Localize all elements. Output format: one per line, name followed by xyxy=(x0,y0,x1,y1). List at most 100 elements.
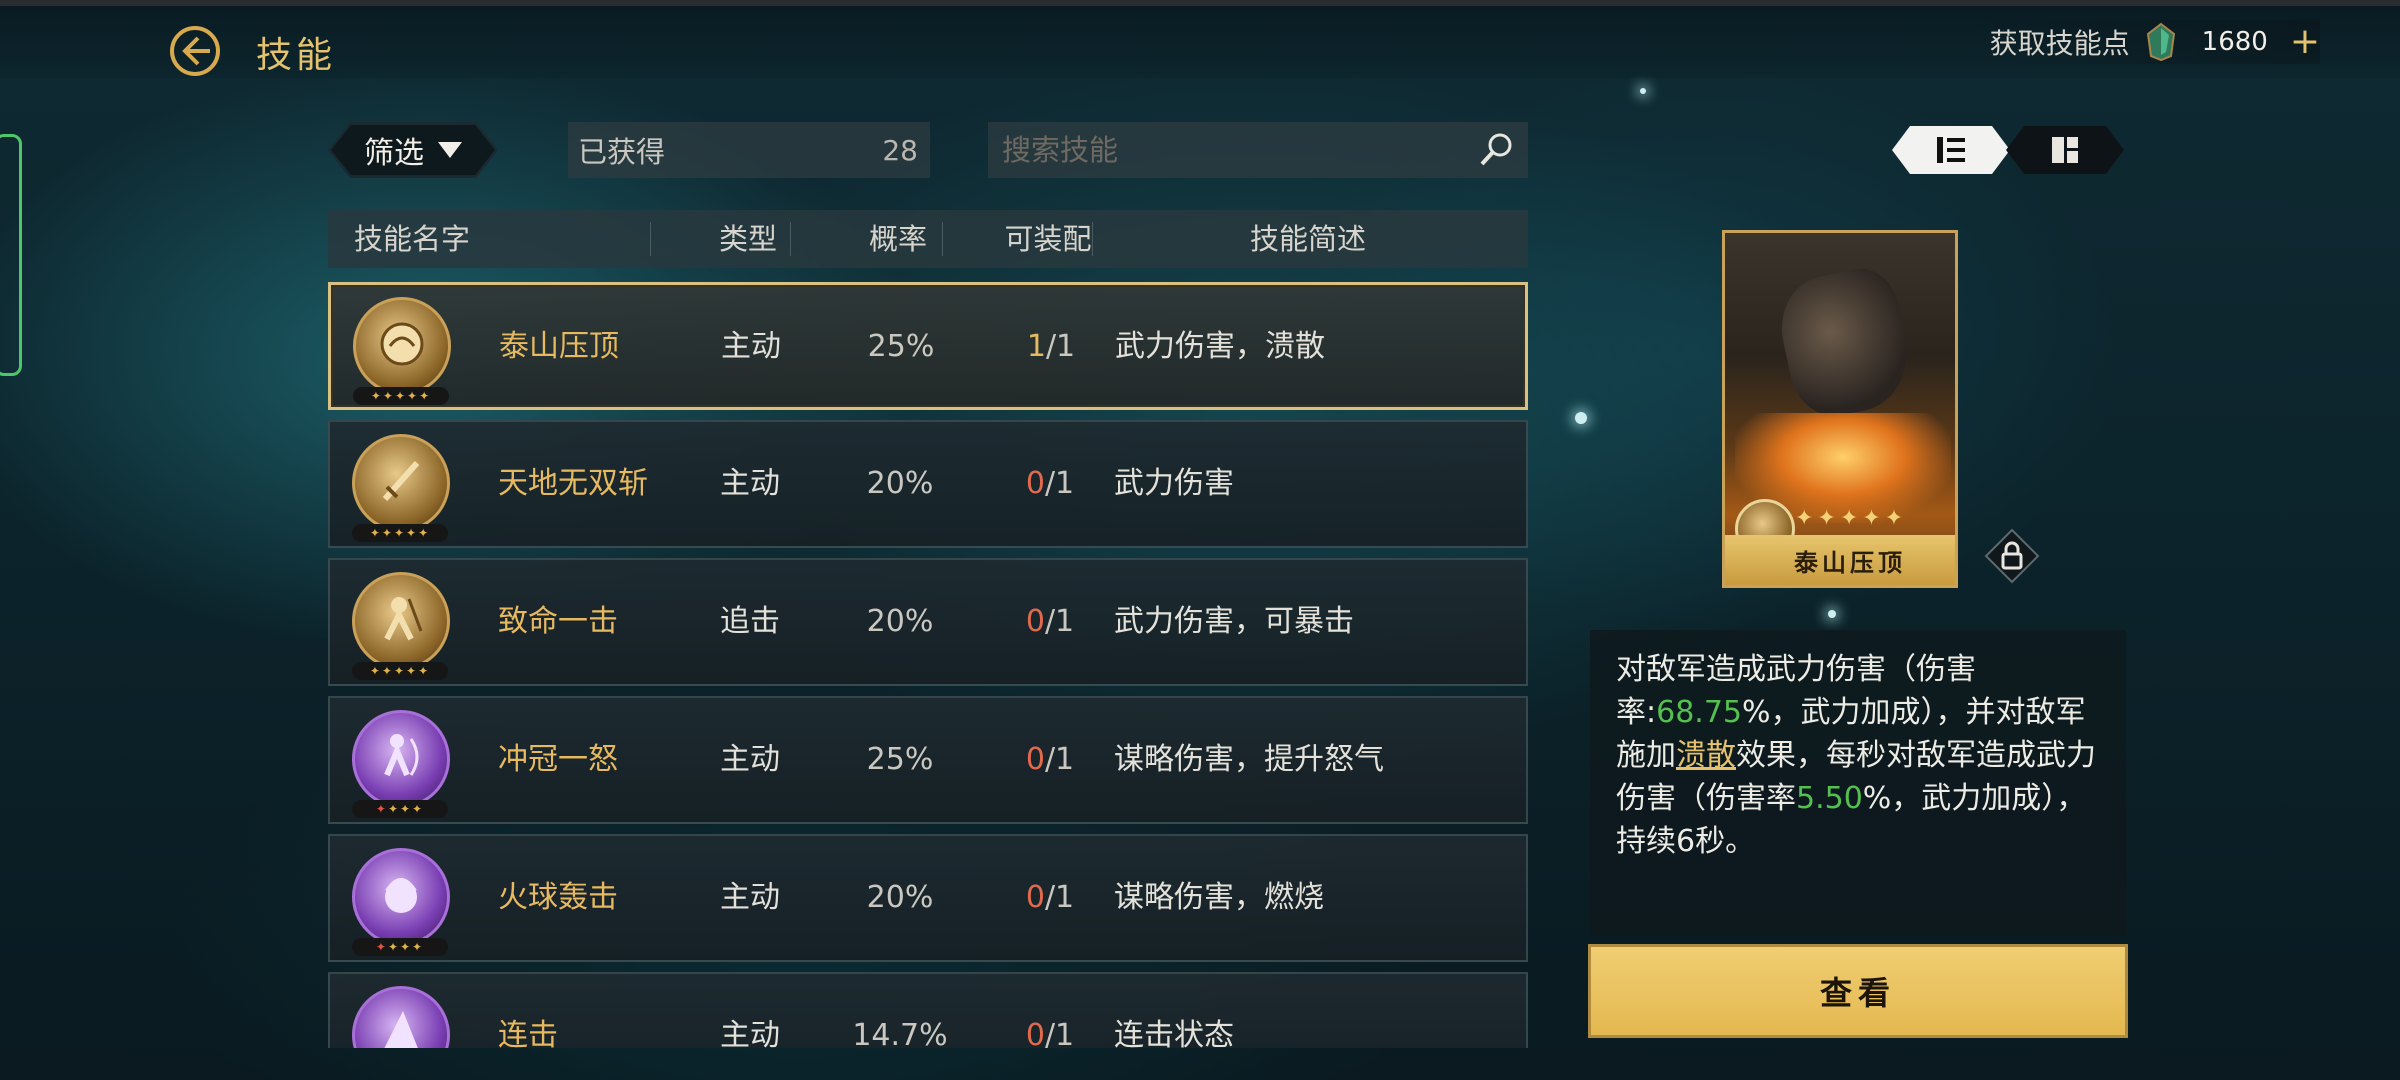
skill-row[interactable]: ✦✦✦✦✦ 泰山压顶 主动 25% 1/1 武力伤害，溃散 xyxy=(328,282,1528,410)
boulder-icon xyxy=(380,322,424,366)
skill-card[interactable]: ✦✦✦✦✦ 泰山压顶 xyxy=(1722,230,1958,588)
owned-count: 28 xyxy=(882,133,918,167)
top-bar: 技能 获取技能点 1680 + xyxy=(0,0,2400,78)
search-input[interactable] xyxy=(1000,132,1476,168)
skill-row[interactable]: ✦✦✦✦✦ 天地无双斩 主动 20% 0/1 武力伤害 xyxy=(328,420,1528,548)
left-edge-tab[interactable] xyxy=(0,134,22,376)
skill-equip-count: 0/1 xyxy=(1025,1018,1075,1048)
background-star xyxy=(1828,610,1836,618)
skill-description: 谋略伤害，燃烧 xyxy=(1114,880,1324,915)
view-details-button[interactable]: 查看 xyxy=(1588,944,2128,1038)
skill-equip-count: 0/1 xyxy=(1025,742,1075,777)
skill-description: 谋略伤害，提升怒气 xyxy=(1114,742,1384,777)
column-header: 概率 xyxy=(868,222,927,256)
skill-row[interactable]: 连击 主动 14.7% 0/1 连击状态 xyxy=(328,972,1528,1048)
background-star xyxy=(1575,412,1587,424)
back-arrow-icon xyxy=(170,26,220,76)
skill-description: 武力伤害，溃散 xyxy=(1115,329,1325,364)
skill-description: 连击状态 xyxy=(1114,1018,1234,1048)
skill-type: 主动 xyxy=(720,1018,780,1048)
skill-avatar xyxy=(352,848,450,946)
skill-probability: 25% xyxy=(866,742,934,777)
view-details-label: 查看 xyxy=(1819,974,1896,1012)
strike-icon xyxy=(384,1011,418,1048)
star-rating: ✦✦✦✦✦ xyxy=(353,387,449,405)
skill-name: 连击 xyxy=(498,1018,558,1048)
fireball-icon xyxy=(385,878,417,913)
background-star xyxy=(1640,88,1646,94)
skill-name: 冲冠一怒 xyxy=(498,742,618,777)
column-divider xyxy=(942,222,943,256)
skill-row[interactable]: ✦ ✦✦✦ 冲冠一怒 主动 25% 0/1 谋略伤害，提升怒气 xyxy=(328,696,1528,824)
skill-probability: 20% xyxy=(866,880,934,915)
back-button[interactable] xyxy=(168,24,222,78)
search-box xyxy=(988,122,1528,178)
triangle-down-icon xyxy=(438,142,462,158)
card-artwork xyxy=(1771,262,1919,424)
column-divider xyxy=(650,222,651,256)
page-title: 技能 xyxy=(256,35,337,76)
add-points-button[interactable]: + xyxy=(2290,24,2320,60)
skill-points-label: 获取技能点 xyxy=(1989,27,2130,60)
archer-icon xyxy=(384,734,419,777)
skill-type: 主动 xyxy=(720,880,780,915)
star-rating: ✦✦✦✦✦ xyxy=(352,662,448,680)
skill-list[interactable]: ✦✦✦✦✦ 泰山压顶 主动 25% 1/1 武力伤害，溃散 ✦✦✦✦✦ 天地无双… xyxy=(328,280,1528,1048)
owned-label: 已获得 xyxy=(578,135,666,169)
list-view-button[interactable] xyxy=(1892,126,2010,174)
skill-probability: 14.7% xyxy=(852,1018,948,1048)
warrior-icon xyxy=(384,597,423,641)
skill-avatar xyxy=(352,434,450,532)
lock-icon xyxy=(1984,528,2040,584)
lock-button[interactable] xyxy=(1984,528,2040,584)
search-icon[interactable] xyxy=(1476,130,1516,170)
skill-description: 武力伤害 xyxy=(1114,466,1234,501)
star-rating: ✦ ✦✦✦ xyxy=(352,938,448,956)
column-divider xyxy=(790,222,791,256)
skill-row[interactable]: ✦✦✦✦✦ 致命一击 追击 20% 0/1 武力伤害，可暴击 xyxy=(328,558,1528,686)
table-header: 技能名字 类型 概率 可装配 技能简述 xyxy=(328,210,1528,268)
column-header: 可装配 xyxy=(1004,222,1092,256)
skill-equip-count: 0/1 xyxy=(1025,466,1075,501)
skill-row[interactable]: ✦ ✦✦✦ 火球轰击 主动 20% 0/1 谋略伤害，燃烧 xyxy=(328,834,1528,962)
star-rating: ✦✦✦✦✦ xyxy=(352,524,448,542)
skill-name: 致命一击 xyxy=(498,604,618,639)
filter-button[interactable]: 筛选 xyxy=(328,122,498,178)
skill-avatar xyxy=(352,986,450,1048)
skill-type: 主动 xyxy=(721,329,781,364)
filter-label: 筛选 xyxy=(364,136,424,171)
view-toggle xyxy=(1892,126,2128,174)
column-header: 技能名字 xyxy=(354,222,471,256)
skill-avatar xyxy=(352,572,450,670)
skill-avatar xyxy=(352,710,450,808)
skill-points-value: 1680 xyxy=(2201,27,2268,57)
skill-detail-text: 对敌军造成武力伤害（伤害率:68.75%，武力加成），并对敌军施加溃散效果，每秒… xyxy=(1616,652,2096,859)
skill-description: 武力伤害，可暴击 xyxy=(1114,604,1354,639)
skill-detail-description: 对敌军造成武力伤害（伤害率:68.75%，武力加成），并对敌军施加溃散效果，每秒… xyxy=(1590,630,2126,936)
card-skill-name: 泰山压顶 xyxy=(1794,548,1906,577)
column-divider xyxy=(1092,222,1093,256)
skill-equip-count: 1/1 xyxy=(1026,329,1076,364)
skill-type: 追击 xyxy=(720,604,780,639)
skill-name: 天地无双斩 xyxy=(498,466,648,501)
gem-icon xyxy=(2146,22,2175,62)
skill-type: 主动 xyxy=(720,466,780,501)
skill-type: 主动 xyxy=(720,742,780,777)
star-rating: ✦ ✦✦✦ xyxy=(352,800,448,818)
sword-icon xyxy=(382,461,420,501)
grid-view-button[interactable] xyxy=(2006,126,2124,174)
skill-probability: 20% xyxy=(866,604,934,639)
column-header: 技能简述 xyxy=(1249,222,1366,256)
grid-view-icon xyxy=(2052,137,2078,163)
skill-probability: 25% xyxy=(867,329,935,364)
skill-probability: 20% xyxy=(866,466,934,501)
skill-points-area[interactable]: 获取技能点 1680 + xyxy=(1969,20,2320,64)
owned-count-box: 已获得 28 xyxy=(568,122,930,178)
skill-name: 火球轰击 xyxy=(498,880,618,915)
status-effect-link[interactable]: 溃散 xyxy=(1676,738,1736,773)
skill-equip-count: 0/1 xyxy=(1025,880,1075,915)
card-footer: 泰山压顶 xyxy=(1725,535,1955,585)
skill-name: 泰山压顶 xyxy=(499,329,619,364)
skill-equip-count: 0/1 xyxy=(1025,604,1075,639)
list-view-icon xyxy=(1937,137,1965,163)
